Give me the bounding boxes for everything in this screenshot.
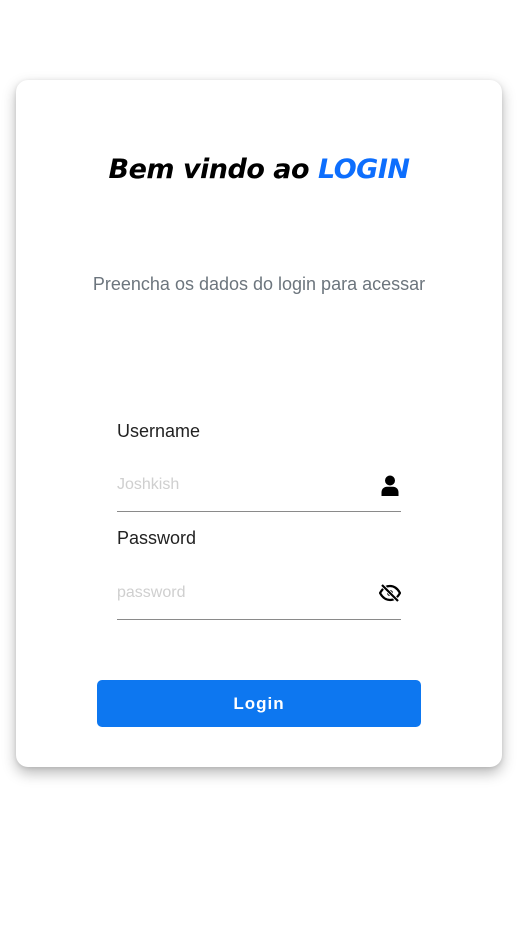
username-label: Username <box>117 421 201 441</box>
username-input[interactable] <box>117 471 367 499</box>
page-title: Bem vindo ao LOGIN <box>16 154 502 185</box>
login-card: Bem vindo ao LOGIN Preencha os dados do … <box>16 80 502 767</box>
username-field-row <box>117 471 401 512</box>
title-accent: LOGIN <box>317 154 410 185</box>
password-field-row <box>117 579 401 620</box>
login-button[interactable]: Login <box>97 680 421 727</box>
page-subtitle: Preencha os dados do login para acessar <box>92 274 426 294</box>
eye-slash-icon[interactable] <box>379 582 401 604</box>
title-prefix: Bem vindo ao <box>108 154 318 185</box>
password-input[interactable] <box>117 579 367 607</box>
user-icon <box>379 474 401 496</box>
password-label: Password <box>117 528 197 548</box>
